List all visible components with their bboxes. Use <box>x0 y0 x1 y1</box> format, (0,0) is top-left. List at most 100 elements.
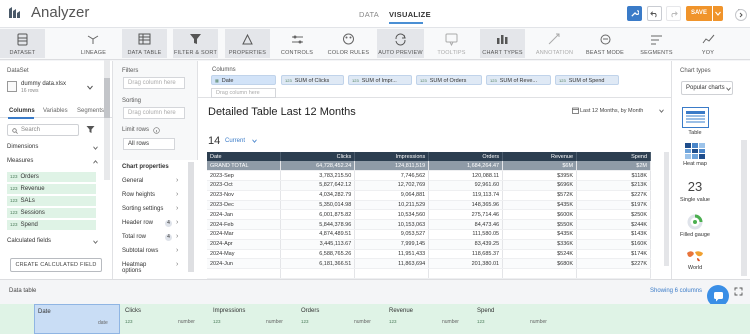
dimensions-section[interactable]: Dimensions <box>5 142 98 153</box>
data-table-column[interactable]: Revenue 123 number <box>386 304 472 334</box>
chevron-down-icon[interactable] <box>93 146 98 150</box>
save-button[interactable]: SAVE <box>686 6 712 21</box>
table-header-cell[interactable]: Revenue <box>502 152 578 161</box>
chart-type-world[interactable]: World <box>681 249 709 271</box>
data-table-column[interactable]: Orders 123 number <box>298 304 384 334</box>
toolbar-label: LINEAGE <box>80 50 107 56</box>
chevron-down-icon[interactable] <box>93 240 98 244</box>
column-pill[interactable]: 123 SUM of Reve... <box>486 75 551 85</box>
dataset-scrollbar-thumb[interactable] <box>104 78 110 118</box>
create-calculated-field-button[interactable]: CREATE CALCULATED FIELD <box>10 258 102 272</box>
column-pill[interactable]: 123 SUM of Impr... <box>348 75 412 85</box>
chart-type-single-value[interactable]: 23 Single value <box>680 179 710 203</box>
chevron-right-icon[interactable]: › <box>176 177 178 184</box>
data-table-column[interactable]: Impressions 123 number <box>210 304 296 334</box>
columns-drop-zone[interactable]: Drag column here <box>211 88 276 98</box>
toolbar-controls-button[interactable]: CONTROLS <box>273 29 321 58</box>
sorting-drop-zone[interactable]: Drag column here <box>123 107 185 119</box>
save-menu-button[interactable] <box>713 6 723 21</box>
column-pill[interactable]: 123 SUM of Orders <box>416 75 482 85</box>
row-count-selector[interactable]: Current <box>225 138 245 144</box>
column-pill[interactable]: 123 SUM of Spend <box>555 75 619 85</box>
undo-button[interactable] <box>647 6 662 21</box>
measure-field[interactable]: 123 Orders <box>7 172 96 182</box>
tab-variables[interactable]: Variables <box>43 108 68 114</box>
expand-icon[interactable] <box>734 287 743 296</box>
toolbar-dataset-button[interactable]: DATASET <box>0 29 45 58</box>
toolbar-filter-button[interactable]: FILTER & SORT <box>173 29 218 58</box>
toolbar-properties-button[interactable]: PROPERTIES <box>225 29 270 58</box>
redo-button[interactable] <box>666 6 681 21</box>
chart-title[interactable]: Detailed Table Last 12 Months <box>208 106 356 118</box>
measure-field[interactable]: 123 Sessions <box>7 208 96 218</box>
dataset-file-name[interactable]: dummy data.xlsx <box>21 81 66 87</box>
column-name: Clicks <box>125 308 141 314</box>
chart-property-item[interactable]: Sorting settings <box>122 206 163 212</box>
toolbar-data-table-button[interactable]: DATA TABLE <box>122 29 167 58</box>
toolbar-auto-preview-button[interactable]: AUTO PREVIEW <box>377 29 424 58</box>
toolbar-scroll-right-button[interactable] <box>735 9 747 21</box>
wrench-button[interactable] <box>627 6 642 21</box>
chevron-down-icon[interactable] <box>87 85 93 90</box>
measure-field[interactable]: 123 Revenue <box>7 184 96 194</box>
showing-columns-link[interactable]: Showing 6 columns <box>650 288 702 294</box>
toolbar-annotation-button[interactable]: ANNOTATION <box>530 29 579 58</box>
measures-section[interactable]: Measures <box>5 156 98 167</box>
data-table-column[interactable]: Spend 123 number <box>474 304 560 334</box>
measure-field[interactable]: 123 SALs <box>7 196 96 206</box>
chevron-down-icon[interactable] <box>726 87 731 91</box>
chevron-right-icon[interactable]: › <box>176 219 178 226</box>
data-table-column[interactable]: Date date <box>34 304 120 334</box>
filters-drop-zone[interactable]: Drag column here <box>123 77 185 89</box>
chart-property-item[interactable]: General <box>122 178 143 184</box>
chart-types-scrollbar[interactable] <box>741 140 747 276</box>
calculated-fields-section[interactable]: Calculated fields <box>5 236 98 247</box>
search-input[interactable]: Search <box>7 124 79 136</box>
chart-property-item[interactable]: Row heights <box>122 192 155 198</box>
toolbar-chart-types-button[interactable]: CHART TYPES <box>480 29 525 58</box>
chart-property-item[interactable]: Total row <box>122 234 146 240</box>
info-icon[interactable] <box>153 127 160 134</box>
chevron-right-icon[interactable]: › <box>176 247 178 254</box>
measure-field[interactable]: 123 Spend <box>7 220 96 230</box>
table-cell: 120,088.11 <box>428 170 504 182</box>
toolbar-beast-mode-button[interactable]: BEAST MODE <box>584 29 626 58</box>
chevron-right-icon[interactable]: › <box>176 233 178 240</box>
limit-rows-select[interactable]: All rows <box>123 138 175 150</box>
chart-type-heat-map[interactable]: Heat map <box>681 143 709 167</box>
tab-segments[interactable]: Segments <box>77 108 104 114</box>
chart-type-filled-gauge[interactable]: Filled gauge <box>680 214 710 238</box>
chevron-up-icon[interactable] <box>93 160 98 164</box>
chevron-right-icon[interactable]: › <box>176 261 178 268</box>
chevron-right-icon[interactable]: › <box>176 191 178 198</box>
table-header-cell[interactable]: Date <box>207 152 282 161</box>
table-header-cell[interactable]: Orders <box>428 152 504 161</box>
chart-type-table[interactable]: Table <box>681 107 709 136</box>
date-range-selector[interactable]: Last 12 Months, by Month <box>580 108 643 114</box>
table-cell: 7,999,145 <box>354 239 430 250</box>
table-header-cell[interactable]: Spend <box>576 152 651 161</box>
chevron-right-icon[interactable]: › <box>176 205 178 212</box>
data-table-column[interactable]: Clicks 123 number <box>122 304 208 334</box>
properties-scrollbar[interactable] <box>188 162 194 272</box>
chart-property-item[interactable]: options <box>122 268 141 274</box>
table-header-cell[interactable]: Impressions <box>354 152 430 161</box>
nav-tab-data[interactable]: DATA <box>359 10 379 19</box>
chevron-down-icon[interactable] <box>659 109 664 113</box>
filter-icon[interactable] <box>86 125 95 134</box>
toolbar-segments-button[interactable]: SEGMENTS <box>634 29 679 58</box>
chart-property-item[interactable]: Header row <box>122 220 153 226</box>
toolbar-yoy-button[interactable]: YOY <box>688 29 728 58</box>
column-pill[interactable]: 123 SUM of Clicks <box>281 75 344 85</box>
chevron-down-icon[interactable] <box>252 139 257 143</box>
toolbar-color-rules-button[interactable]: COLOR RULES <box>325 29 372 58</box>
table-header-cell[interactable]: Clicks <box>280 152 356 161</box>
table-scrollbar[interactable] <box>664 152 669 266</box>
toolbar-lineage-button[interactable]: LINEAGE <box>69 29 118 58</box>
nav-tab-visualize[interactable]: VISUALIZE <box>389 10 431 19</box>
toolbar-tooltips-button[interactable]: TOOLTIPS <box>428 29 475 58</box>
chart-property-item[interactable]: Subtotal rows <box>122 248 158 254</box>
column-pill[interactable]: ▦ Date <box>211 75 276 85</box>
table-cell <box>280 268 356 280</box>
tab-columns[interactable]: Columns <box>9 108 35 114</box>
